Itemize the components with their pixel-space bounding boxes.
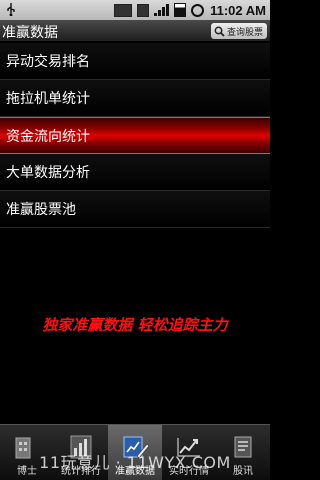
menu-item-label: 大单数据分析 (6, 165, 90, 181)
status-bar: 11:02 AM (0, 0, 270, 20)
page-title: 准赢数据 (2, 25, 58, 41)
search-stock-button[interactable]: 查询股票 (211, 23, 267, 39)
alarm-icon (191, 3, 205, 17)
menu-item-label: 异动交易排名 (6, 54, 90, 70)
menu-item-label: 资金流向统计 (6, 128, 90, 145)
signal-icon (154, 4, 170, 16)
menu-item-abnormal-trade-ranking[interactable]: 异动交易排名 (0, 43, 270, 80)
slogan-text: 独家准赢数据 轻松追踪主力 (42, 316, 228, 334)
sd-card-icon (114, 3, 133, 17)
menu-item-fund-flow-stats[interactable]: 资金流向统计 (0, 117, 270, 154)
menu-item-large-order-analysis[interactable]: 大单数据分析 (0, 154, 270, 191)
menu-item-label: 准赢股票池 (6, 202, 76, 218)
menu-item-tractor-order-stats[interactable]: 拖拉机单统计 (0, 80, 270, 117)
search-icon (214, 26, 225, 37)
usb-icon (7, 3, 15, 16)
watermark-text: 11玩意儿 · 11WYX.COM (39, 453, 231, 472)
sync-icon (137, 3, 150, 17)
header: 准赢数据 查询股票 (0, 20, 270, 42)
status-time: 11:02 AM (210, 2, 266, 18)
search-stock-label: 查询股票 (227, 27, 264, 38)
menu-item-label: 拖拉机单统计 (6, 91, 90, 107)
battery-icon (174, 3, 187, 17)
menu-list: 异动交易排名 拖拉机单统计 资金流向统计 大单数据分析 准赢股票池 (0, 43, 270, 228)
menu-item-stock-pool[interactable]: 准赢股票池 (0, 191, 270, 228)
